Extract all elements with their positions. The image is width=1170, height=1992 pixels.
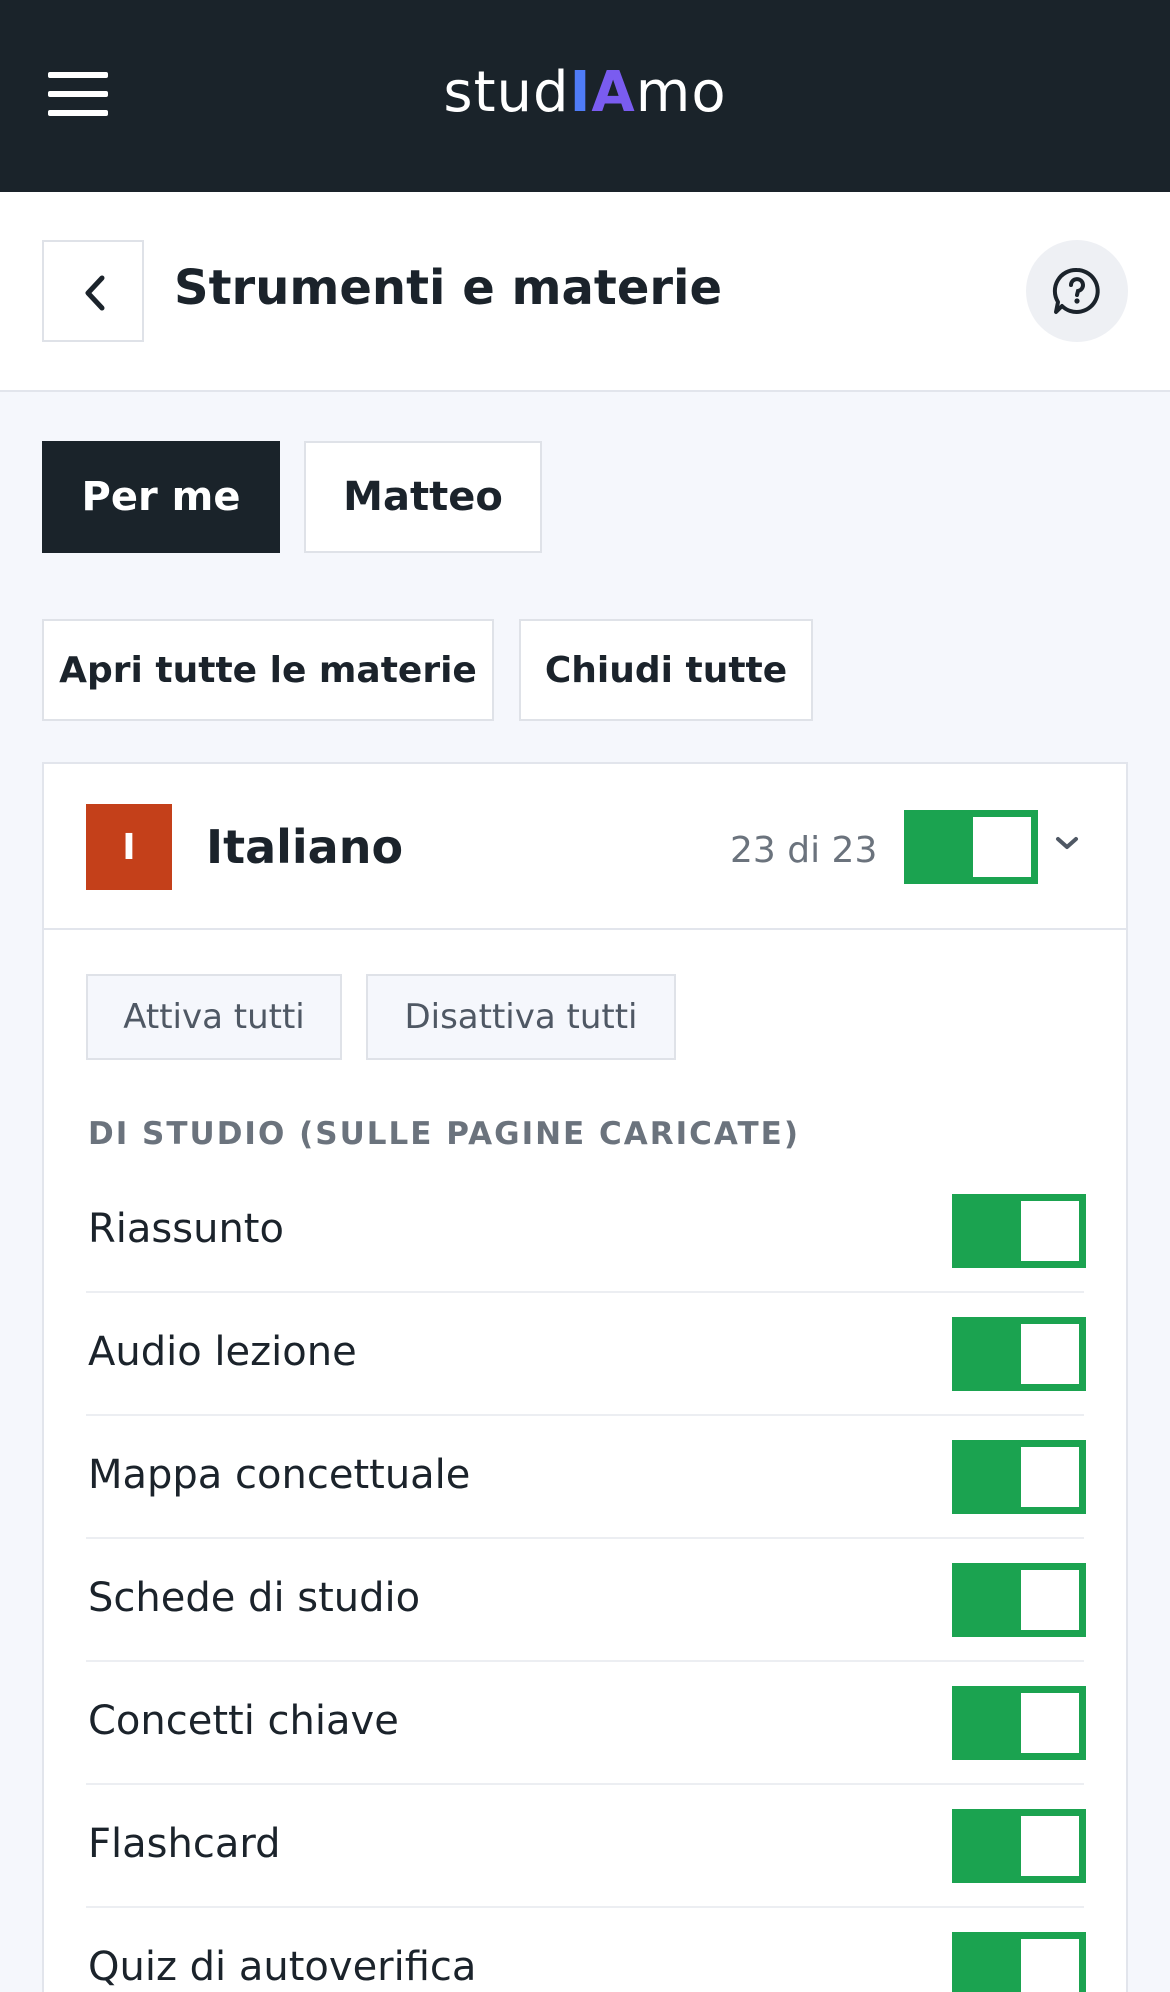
subject-toggle[interactable] bbox=[904, 810, 1038, 884]
tool-label: Flashcard bbox=[88, 1821, 281, 1867]
subject-card-header[interactable]: I Italiano 23 di 23 bbox=[44, 764, 1126, 930]
subject-badge: I bbox=[86, 804, 172, 890]
chevron-left-icon bbox=[85, 275, 105, 311]
tool-row: Riassunto bbox=[86, 1170, 1086, 1293]
activate-all-button[interactable]: Attiva tutti bbox=[86, 974, 342, 1060]
tool-label: Schede di studio bbox=[88, 1575, 421, 1621]
tool-row: Flashcard bbox=[86, 1785, 1086, 1908]
tool-label: Riassunto bbox=[88, 1206, 284, 1252]
section-label: DI STUDIO (SULLE PAGINE CARICATE) bbox=[88, 1116, 800, 1152]
help-button[interactable] bbox=[1026, 240, 1128, 342]
page-title: Strumenti e materie bbox=[174, 260, 723, 316]
app-logo: studIAmo bbox=[443, 60, 727, 125]
tool-toggle[interactable] bbox=[952, 1194, 1086, 1268]
tool-row: Concetti chiave bbox=[86, 1662, 1086, 1785]
tool-row: Quiz di autoverifica bbox=[86, 1908, 1086, 1992]
deactivate-all-button[interactable]: Disattiva tutti bbox=[366, 974, 676, 1060]
tool-label: Audio lezione bbox=[88, 1329, 357, 1375]
tool-toggle[interactable] bbox=[952, 1440, 1086, 1514]
subject-name: Italiano bbox=[206, 820, 404, 874]
tab-per-me[interactable]: Per me bbox=[42, 441, 280, 553]
chevron-down-icon[interactable] bbox=[1054, 834, 1080, 852]
subject-card: I Italiano 23 di 23 Attiva tutti Disatti… bbox=[42, 762, 1128, 1992]
tool-row: Mappa concettuale bbox=[86, 1416, 1086, 1539]
close-all-subjects-button[interactable]: Chiudi tutte bbox=[519, 619, 813, 721]
tool-label: Concetti chiave bbox=[88, 1698, 399, 1744]
top-nav-bar: studIAmo bbox=[0, 0, 1170, 192]
tool-toggle[interactable] bbox=[952, 1317, 1086, 1391]
tool-row: Audio lezione bbox=[86, 1293, 1086, 1416]
open-all-subjects-button[interactable]: Apri tutte le materie bbox=[42, 619, 494, 721]
page-header: Strumenti e materie bbox=[0, 192, 1170, 392]
back-button[interactable] bbox=[42, 240, 144, 342]
tool-toggle[interactable] bbox=[952, 1686, 1086, 1760]
tab-matteo[interactable]: Matteo bbox=[304, 441, 542, 553]
tool-toggle[interactable] bbox=[952, 1932, 1086, 1992]
tool-row: Schede di studio bbox=[86, 1539, 1086, 1662]
tool-toggle[interactable] bbox=[952, 1563, 1086, 1637]
tool-label: Mappa concettuale bbox=[88, 1452, 471, 1498]
tool-label: Quiz di autoverifica bbox=[88, 1944, 477, 1990]
tool-toggle[interactable] bbox=[952, 1809, 1086, 1883]
help-chat-icon bbox=[1052, 267, 1100, 314]
subject-tool-count: 23 di 23 bbox=[730, 830, 878, 871]
